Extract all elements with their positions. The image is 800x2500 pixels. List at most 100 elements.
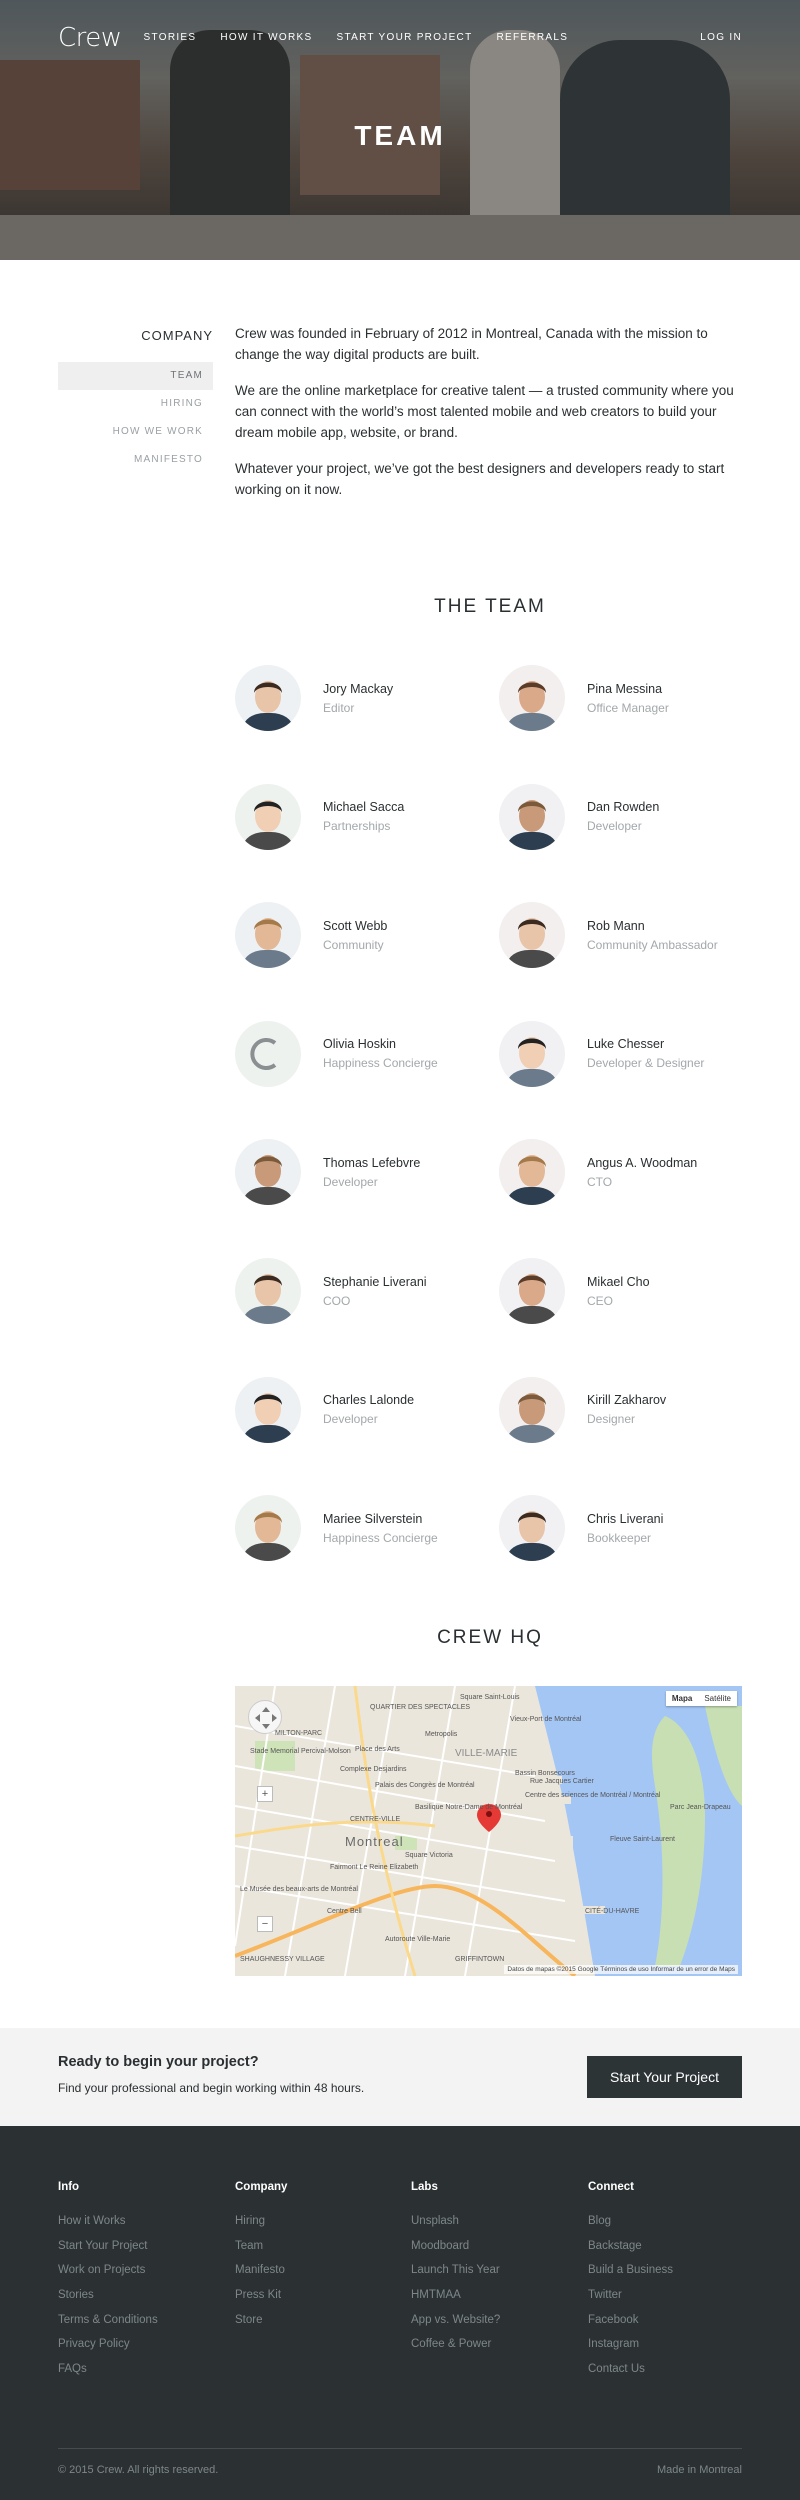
- team-member-name: Thomas Lefebvre: [323, 1155, 421, 1170]
- team-member-name: Kirill Zakharov: [587, 1393, 667, 1408]
- office-map[interactable]: Montreal Vieux-Port de Montréal Metropol…: [235, 1686, 742, 1976]
- portrait-icon: [243, 799, 293, 850]
- footer-link[interactable]: FAQs: [58, 2363, 158, 2388]
- nav-link-how-it-works[interactable]: HOW IT WORKS: [220, 32, 312, 43]
- cta-subtitle: Find your professional and begin working…: [58, 2081, 365, 2095]
- team-member-avatar: [235, 1139, 301, 1206]
- team-member-avatar: [499, 783, 565, 850]
- nav-link-referrals[interactable]: REFERRALS: [496, 32, 568, 43]
- portrait-icon: [243, 681, 293, 731]
- map-label: GRIFFINTOWN: [455, 1956, 505, 1963]
- company-intro: Crew was founded in February of 2012 in …: [235, 323, 745, 515]
- footer-column-title: Connect: [588, 2181, 634, 2193]
- footer-link[interactable]: Manifesto: [235, 2264, 287, 2289]
- map-type-satellite-button[interactable]: Satélite: [698, 1691, 737, 1706]
- team-member-info: Thomas Lefebvre Developer: [323, 1156, 420, 1189]
- footer-link[interactable]: App vs. Website?: [411, 2314, 500, 2339]
- map-label: Centre Bell: [327, 1908, 362, 1915]
- map-type-map-button[interactable]: Mapa: [665, 1691, 699, 1706]
- team-member-avatar: [499, 1139, 565, 1206]
- footer-column-info: Info How it Works Start Your Project Work o…: [58, 2181, 158, 2388]
- footer-link[interactable]: Hiring: [235, 2215, 287, 2240]
- team-member: Dan Rowden Developer: [499, 782, 754, 852]
- pan-arrows-icon: [255, 1707, 277, 1729]
- footer: Info How it Works Start Your Project Work o…: [0, 2126, 800, 2500]
- footer-link[interactable]: Instagram: [588, 2338, 673, 2363]
- login-link[interactable]: LOG IN: [700, 32, 742, 43]
- footer-column-title: Company: [235, 2181, 288, 2193]
- made-in-montreal: Made in Montreal: [657, 2464, 742, 2476]
- footer-link[interactable]: Facebook: [588, 2314, 673, 2339]
- map-pan-control[interactable]: [248, 1700, 282, 1734]
- crew-logo[interactable]: Crew: [58, 23, 122, 53]
- footer-link[interactable]: Coffee & Power: [411, 2338, 500, 2363]
- map-label: Le Musée des beaux-arts de Montréal: [240, 1886, 358, 1893]
- team-member-avatar: [235, 1020, 301, 1087]
- intro-paragraph: Whatever your project, we’ve got the bes…: [235, 461, 725, 497]
- map-label: Vieux-Port de Montréal: [510, 1716, 582, 1723]
- team-member-avatar: [235, 1258, 301, 1324]
- sidebar-item-manifesto[interactable]: MANIFESTO: [58, 446, 213, 474]
- team-member-role: Developer & Designer: [587, 1056, 705, 1071]
- team-member-name: Stephanie Liverani: [323, 1274, 427, 1289]
- team-member: Mikael Cho CEO: [499, 1256, 754, 1326]
- team-member-name: Michael Sacca: [323, 800, 405, 815]
- map-label: Centre des sciences de Montréal / Montré…: [525, 1792, 661, 1799]
- map-label: Fairmont Le Reine Elizabeth: [330, 1864, 419, 1871]
- start-your-project-button[interactable]: Start Your Project: [587, 2056, 742, 2098]
- map-label: Complexe Desjardins: [340, 1766, 407, 1773]
- portrait-icon: [507, 1511, 557, 1562]
- team-member-info: Mikael Cho CEO: [587, 1275, 650, 1308]
- portrait-icon: [243, 1274, 293, 1324]
- footer-link[interactable]: Press Kit: [235, 2289, 287, 2314]
- team-member-avatar: [499, 1376, 565, 1443]
- team-member-name: Mariee Silverstein: [323, 1511, 423, 1526]
- team-member-name: Charles Lalonde: [323, 1393, 415, 1408]
- portrait-icon: [507, 1155, 557, 1206]
- team-member-avatar: [235, 665, 301, 731]
- team-member-name: Scott Webb: [323, 918, 388, 933]
- footer-link[interactable]: Privacy Policy: [58, 2338, 158, 2363]
- sidebar-item-how-we-work[interactable]: HOW WE WORK: [58, 418, 213, 446]
- map-label: Stade Memorial Percival-Molson: [250, 1748, 351, 1755]
- footer-link[interactable]: Moodboard: [411, 2240, 500, 2265]
- footer-link[interactable]: Work on Projects: [58, 2264, 158, 2289]
- map-label: Metropolis: [425, 1731, 458, 1738]
- map-label: VILLE-MARIE: [455, 1748, 518, 1759]
- footer-link[interactable]: Unsplash: [411, 2215, 500, 2240]
- footer-link[interactable]: Store: [235, 2314, 287, 2339]
- map-label: Square Saint-Louis: [460, 1694, 520, 1701]
- footer-link[interactable]: Team: [235, 2240, 287, 2265]
- team-member-name: Mikael Cho: [587, 1274, 650, 1289]
- footer-link[interactable]: How it Works: [58, 2215, 158, 2240]
- footer-link[interactable]: Build a Business: [588, 2264, 673, 2289]
- team-member-name: Pina Messina: [587, 681, 663, 696]
- map-zoom-out-button[interactable]: −: [257, 1916, 273, 1932]
- footer-link[interactable]: Blog: [588, 2215, 673, 2240]
- team-member-role: CEO: [587, 1293, 614, 1308]
- team-member: Pina Messina Office Manager: [499, 663, 754, 733]
- footer-link[interactable]: Terms & Conditions: [58, 2314, 158, 2339]
- footer-link[interactable]: Backstage: [588, 2240, 673, 2265]
- sidebar-item-team[interactable]: TEAM: [58, 362, 213, 390]
- footer-link[interactable]: HMTMAA: [411, 2289, 500, 2314]
- footer-link[interactable]: Twitter: [588, 2289, 673, 2314]
- map-zoom-in-button[interactable]: +: [257, 1786, 273, 1802]
- team-member-info: Olivia Hoskin Happiness Concierge: [323, 1037, 438, 1070]
- team-member-name: Chris Liverani: [587, 1511, 664, 1526]
- nav-link-stories[interactable]: STORIES: [144, 32, 197, 43]
- portrait-icon: [243, 1511, 293, 1562]
- map-label: Rue Jacques Cartier: [530, 1778, 594, 1785]
- nav-link-start-your-project[interactable]: START YOUR PROJECT: [336, 32, 472, 43]
- intro-paragraph: We are the online marketplace for creati…: [235, 383, 734, 440]
- footer-link[interactable]: Stories: [58, 2289, 158, 2314]
- footer-link[interactable]: Launch This Year: [411, 2264, 500, 2289]
- footer-link[interactable]: Contact Us: [588, 2363, 673, 2388]
- team-member: Thomas Lefebvre Developer: [235, 1137, 490, 1207]
- team-member-avatar: [499, 1258, 565, 1324]
- footer-column-connect: Connect Blog Backstage Build a Business Twit…: [588, 2181, 673, 2388]
- team-member-name: Luke Chesser: [587, 1037, 665, 1052]
- footer-link[interactable]: Start Your Project: [58, 2240, 158, 2265]
- top-nav: Crew STORIES HOW IT WORKS START YOUR PRO…: [0, 0, 800, 75]
- sidebar-item-hiring[interactable]: HIRING: [58, 390, 213, 418]
